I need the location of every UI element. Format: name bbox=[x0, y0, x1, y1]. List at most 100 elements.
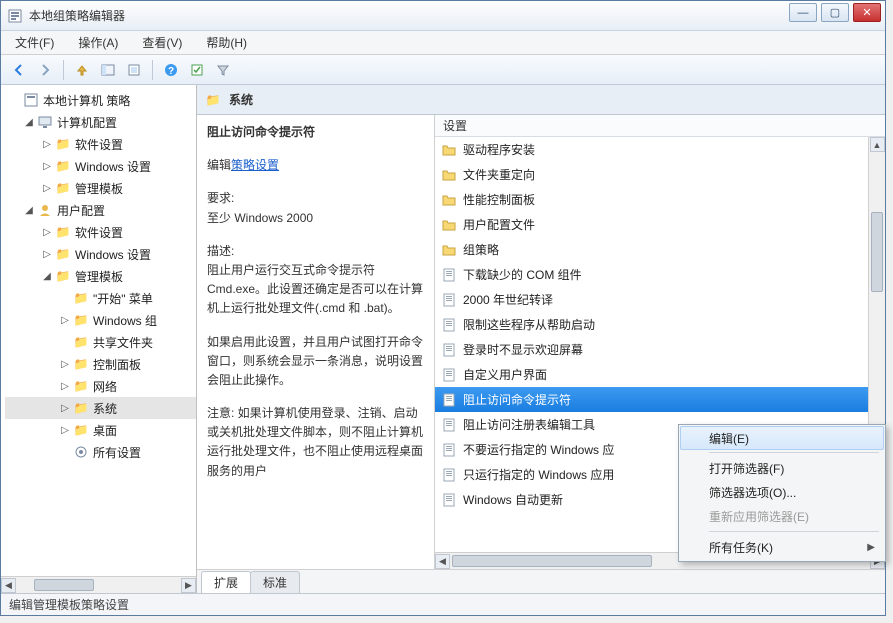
settings-row[interactable]: 2000 年世纪转译 bbox=[435, 287, 868, 312]
expander-icon[interactable]: ▷ bbox=[59, 314, 71, 326]
tree-item[interactable]: ▷📁管理模板 bbox=[5, 177, 196, 199]
folder-icon: 📁 bbox=[55, 180, 71, 196]
tree-item[interactable]: ◢📁管理模板 bbox=[5, 265, 196, 287]
settings-row[interactable]: 自定义用户界面 bbox=[435, 362, 868, 387]
settings-row[interactable]: 组策略 bbox=[435, 237, 868, 262]
forward-button[interactable] bbox=[33, 58, 57, 82]
expander-icon[interactable] bbox=[9, 94, 21, 106]
tree-item[interactable]: ▷📁软件设置 bbox=[5, 221, 196, 243]
expander-icon[interactable]: ▷ bbox=[41, 138, 53, 150]
window-title: 本地组策略编辑器 bbox=[29, 7, 125, 24]
expander-icon[interactable]: ▷ bbox=[59, 380, 71, 392]
tree[interactable]: 本地计算机 策略 ◢ 计算机配置 ▷📁软件设置 ▷📁Windows 设置 ▷📁管… bbox=[1, 85, 196, 576]
app-icon bbox=[7, 8, 23, 24]
help-button[interactable]: ? bbox=[159, 58, 183, 82]
context-reapply-filter: 重新应用筛选器(E) bbox=[681, 504, 883, 528]
tree-root[interactable]: 本地计算机 策略 bbox=[5, 89, 196, 111]
expander-icon[interactable]: ◢ bbox=[41, 270, 53, 282]
tree-pane: 本地计算机 策略 ◢ 计算机配置 ▷📁软件设置 ▷📁Windows 设置 ▷📁管… bbox=[1, 85, 197, 593]
tree-computer-config[interactable]: ◢ 计算机配置 bbox=[5, 111, 196, 133]
description-text: 如果启用此设置，并且用户试图打开命令窗口，则系统会显示一条消息，说明设置会阻止此… bbox=[207, 333, 424, 391]
close-button[interactable]: ✕ bbox=[853, 3, 881, 22]
folder-icon: 📁 bbox=[55, 136, 71, 152]
content-title: 系统 bbox=[229, 91, 253, 108]
expander-icon[interactable]: ▷ bbox=[59, 424, 71, 436]
requirements-text: 至少 Windows 2000 bbox=[207, 209, 424, 228]
tree-item-system[interactable]: ▷📁系统 bbox=[5, 397, 196, 419]
expander-icon[interactable] bbox=[59, 292, 71, 304]
settings-row-label: 文件夹重定向 bbox=[463, 166, 535, 183]
folder-icon: 📁 bbox=[55, 224, 71, 240]
tree-item[interactable]: 📁"开始" 菜单 bbox=[5, 287, 196, 309]
svg-text:?: ? bbox=[168, 66, 174, 77]
show-tree-button[interactable] bbox=[96, 58, 120, 82]
tree-item[interactable]: ▷📁控制面板 bbox=[5, 353, 196, 375]
tree-item[interactable]: ▷📁Windows 设置 bbox=[5, 243, 196, 265]
menu-help[interactable]: 帮助(H) bbox=[200, 32, 253, 53]
settings-row-label: 组策略 bbox=[463, 241, 499, 258]
expander-icon[interactable]: ▷ bbox=[59, 402, 71, 414]
settings-row[interactable]: 驱动程序安装 bbox=[435, 137, 868, 162]
settings-row[interactable]: 下载缺少的 COM 组件 bbox=[435, 262, 868, 287]
menu-action[interactable]: 操作(A) bbox=[72, 32, 124, 53]
expander-icon[interactable]: ▷ bbox=[41, 248, 53, 260]
expander-icon[interactable]: ▷ bbox=[59, 358, 71, 370]
tree-item[interactable]: ▷📁网络 bbox=[5, 375, 196, 397]
setting-icon bbox=[441, 317, 457, 333]
settings-row[interactable]: 登录时不显示欢迎屏幕 bbox=[435, 337, 868, 362]
tree-all-settings[interactable]: 所有设置 bbox=[5, 441, 196, 463]
settings-row-label: 性能控制面板 bbox=[463, 191, 535, 208]
filter-button[interactable] bbox=[211, 58, 235, 82]
properties-button[interactable] bbox=[185, 58, 209, 82]
tab-standard[interactable]: 标准 bbox=[250, 571, 300, 593]
tree-item[interactable]: ▷📁桌面 bbox=[5, 419, 196, 441]
scroll-thumb[interactable] bbox=[34, 579, 94, 591]
menu-file[interactable]: 文件(F) bbox=[9, 32, 60, 53]
settings-icon bbox=[73, 444, 89, 460]
up-button[interactable] bbox=[70, 58, 94, 82]
context-open-filter[interactable]: 打开筛选器(F) bbox=[681, 456, 883, 480]
expander-icon[interactable] bbox=[59, 446, 71, 458]
maximize-button[interactable]: ▢ bbox=[821, 3, 849, 22]
tree-item[interactable]: 📁共享文件夹 bbox=[5, 331, 196, 353]
expander-icon[interactable]: ▷ bbox=[41, 182, 53, 194]
tree-item[interactable]: ▷📁软件设置 bbox=[5, 133, 196, 155]
tree-user-config[interactable]: ◢ 用户配置 bbox=[5, 199, 196, 221]
tree-item[interactable]: ▷📁Windows 设置 bbox=[5, 155, 196, 177]
settings-row-selected[interactable]: 阻止访问命令提示符 bbox=[435, 387, 868, 412]
scroll-left-icon[interactable]: ◀ bbox=[435, 554, 450, 569]
statusbar: 编辑管理模板策略设置 bbox=[1, 593, 885, 615]
expander-icon[interactable]: ◢ bbox=[23, 204, 35, 216]
scroll-thumb[interactable] bbox=[871, 212, 883, 292]
settings-row[interactable]: 用户配置文件 bbox=[435, 212, 868, 237]
folder-icon: 📁 bbox=[73, 356, 89, 372]
export-button[interactable] bbox=[122, 58, 146, 82]
scroll-left-icon[interactable]: ◀ bbox=[1, 578, 16, 593]
tree-item[interactable]: ▷📁Windows 组 bbox=[5, 309, 196, 331]
expander-icon[interactable]: ◢ bbox=[23, 116, 35, 128]
back-button[interactable] bbox=[7, 58, 31, 82]
setting-icon bbox=[441, 267, 457, 283]
expander-icon[interactable]: ▷ bbox=[41, 226, 53, 238]
tab-extended[interactable]: 扩展 bbox=[201, 571, 251, 593]
menu-view[interactable]: 查看(V) bbox=[136, 32, 188, 53]
settings-row[interactable]: 文件夹重定向 bbox=[435, 162, 868, 187]
tree-hscrollbar[interactable]: ◀ ▶ bbox=[1, 576, 196, 593]
toolbar: ? bbox=[1, 55, 885, 85]
scroll-right-icon[interactable]: ▶ bbox=[181, 578, 196, 593]
folder-icon bbox=[441, 167, 457, 183]
expander-icon[interactable]: ▷ bbox=[41, 160, 53, 172]
settings-row[interactable]: 限制这些程序从帮助启动 bbox=[435, 312, 868, 337]
folder-icon: 📁 bbox=[55, 246, 71, 262]
context-edit[interactable]: 编辑(E) bbox=[680, 426, 884, 450]
settings-column-header[interactable]: 设置 bbox=[435, 115, 885, 137]
folder-icon bbox=[441, 217, 457, 233]
settings-row[interactable]: 性能控制面板 bbox=[435, 187, 868, 212]
expander-icon[interactable] bbox=[59, 336, 71, 348]
policy-settings-link[interactable]: 策略设置 bbox=[231, 158, 279, 172]
minimize-button[interactable]: — bbox=[789, 3, 817, 22]
scroll-up-icon[interactable]: ▲ bbox=[870, 137, 885, 152]
context-filter-options[interactable]: 筛选器选项(O)... bbox=[681, 480, 883, 504]
scroll-thumb[interactable] bbox=[452, 555, 652, 567]
context-all-tasks[interactable]: 所有任务(K)▶ bbox=[681, 535, 883, 559]
